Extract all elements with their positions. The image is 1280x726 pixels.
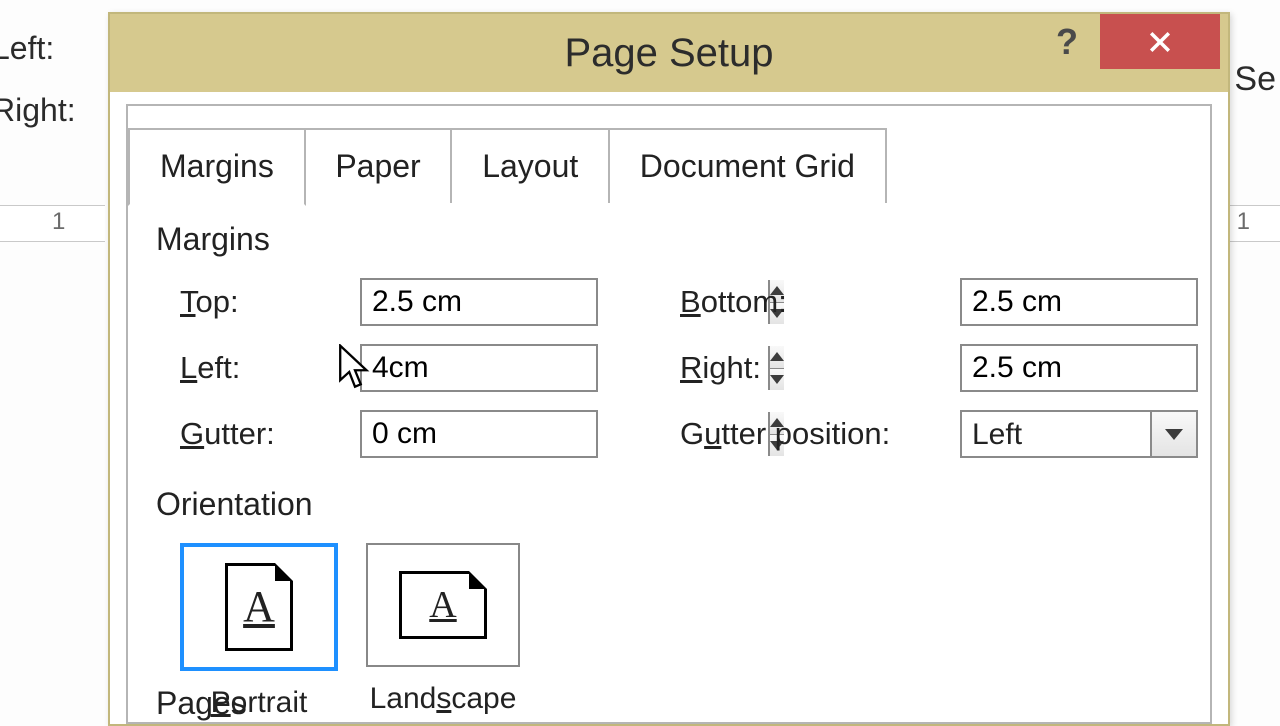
gutter-position-combo[interactable]: Left [960,410,1198,458]
chevron-down-icon [1165,429,1183,440]
gutter-position-dropdown-button[interactable] [1150,412,1196,456]
tab-layout[interactable]: Layout [450,128,610,203]
dialog-body: Margins Paper Layout Document Grid Margi… [126,104,1212,724]
orientation-landscape-label: Landscape [366,682,520,716]
ruler-mark: 1 [1237,208,1250,236]
titlebar: Page Setup ? [110,14,1228,92]
help-button[interactable]: ? [1036,14,1098,69]
margins-section-title: Margins [156,221,1182,258]
gutter-position-label: Gutter position: [680,416,960,452]
close-icon [1149,31,1171,53]
orientation-landscape-button[interactable]: A [366,543,520,667]
orientation-section-title: Orientation [156,486,1182,523]
left-label: Left: [180,350,360,386]
page-setup-dialog: Page Setup ? Margins Paper Layout Docume… [108,12,1230,726]
bottom-spinner[interactable] [960,278,1198,326]
help-icon: ? [1056,21,1078,63]
landscape-page-icon: A [399,571,487,639]
ruler-mark: 1 [52,208,65,236]
right-label-field: Right: [680,350,960,386]
pages-section-title-fragment: Pages [156,685,247,722]
orientation-landscape-item: A Landscape [366,543,520,720]
gutter-label: Gutter: [180,416,360,452]
right-input[interactable] [962,346,1280,390]
tab-paper[interactable]: Paper [303,128,452,203]
margins-grid: Top: Bottom: [180,278,1182,458]
orientation-portrait-button[interactable]: A [180,543,338,671]
top-spinner[interactable] [360,278,598,326]
close-button[interactable] [1100,14,1220,69]
right-spinner[interactable] [960,344,1198,392]
bottom-input[interactable] [962,280,1280,324]
bg-ruler-right: 1 [1225,205,1280,242]
bg-top-right-fragment: Se [1234,60,1276,99]
margins-panel: Margins Top: Bottom: [128,196,1210,722]
left-spinner[interactable] [360,344,598,392]
orientation-section: Orientation A Portrait [156,486,1182,720]
tab-strip: Margins Paper Layout Document Grid [128,128,887,203]
tab-document-grid[interactable]: Document Grid [608,128,887,203]
tab-margins[interactable]: Margins [128,128,306,206]
bg-left-label: Left: [0,30,54,67]
portrait-page-icon: A [225,563,293,651]
dialog-title: Page Setup [564,31,773,76]
top-label: Top: [180,284,360,320]
gutter-spinner[interactable] [360,410,598,458]
gutter-position-value: Left [962,412,1150,456]
bottom-label: Bottom: [680,284,960,320]
bg-right-label: Right: [0,92,76,129]
bg-ruler-left: 1 [0,205,105,242]
